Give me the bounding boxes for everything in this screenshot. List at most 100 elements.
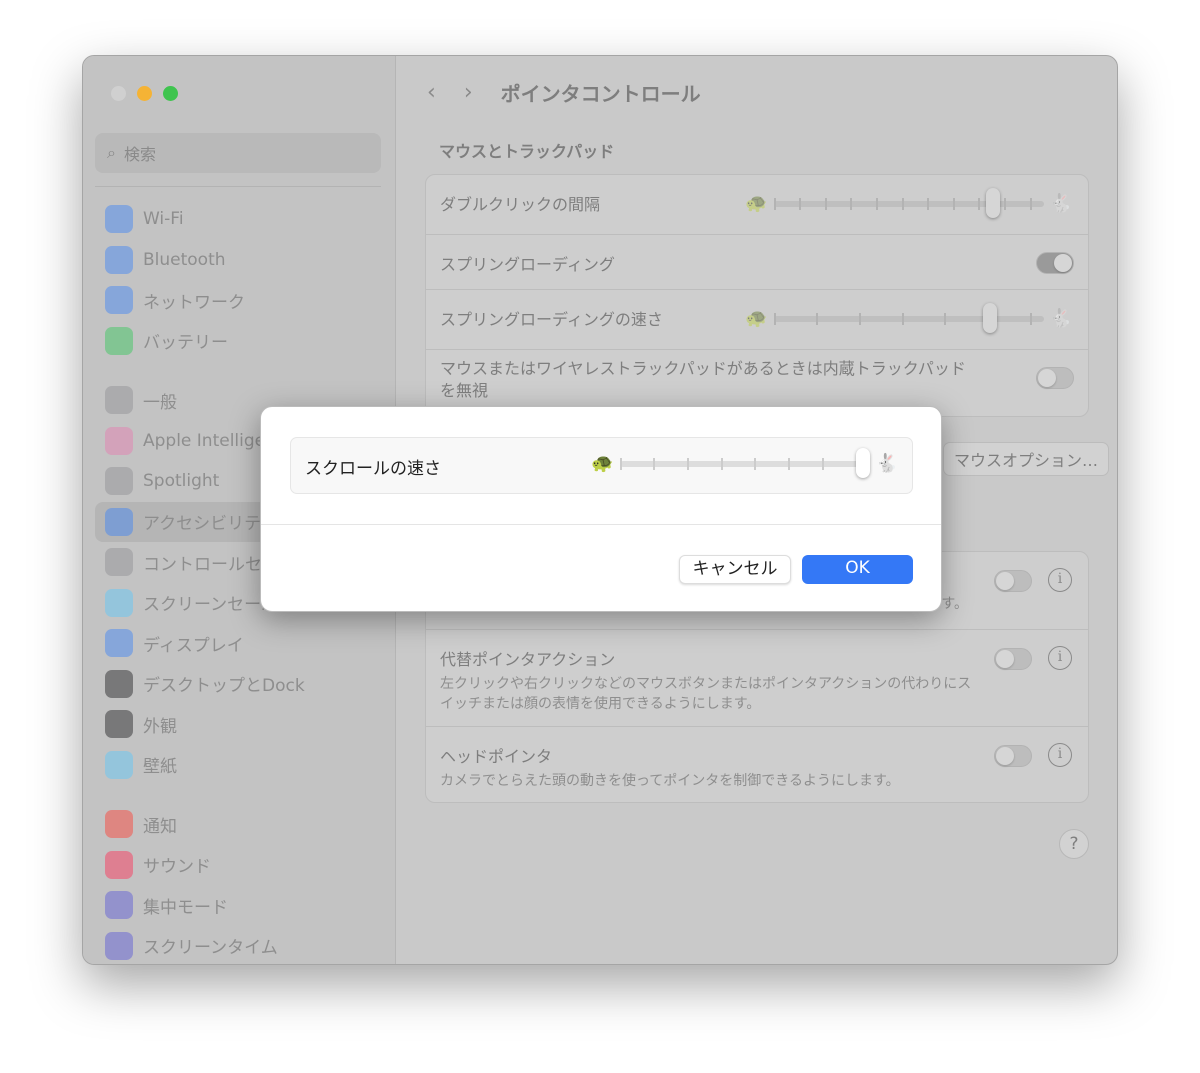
slider-tick [952, 197, 955, 210]
page-title: ポインタコントロール [500, 82, 701, 106]
slider-tick [1029, 197, 1032, 210]
bluetooth-icon [105, 245, 133, 274]
slider-track[interactable] [773, 187, 1044, 218]
spring-speed-slider[interactable]: 🐢 🐇 [745, 302, 1072, 333]
bell-icon [105, 810, 133, 839]
search-input[interactable]: ⌕ 検索 [95, 133, 381, 173]
back-button[interactable]: ‹ [427, 80, 436, 105]
slider-thumb[interactable] [986, 187, 1001, 218]
mouse-options-button[interactable]: マウスオプション… [942, 442, 1109, 476]
slider-tick [619, 457, 622, 470]
accessibility-icon [105, 507, 133, 536]
spring-speed-label: スプリングローディングの速さ [440, 310, 663, 329]
wifi-icon [105, 205, 133, 234]
search-placeholder: 検索 [123, 145, 156, 164]
moon-icon [105, 891, 133, 920]
sidebar-item[interactable]: 壁紙 [95, 745, 385, 786]
scroll-speed-dialog: スクロールの速さ 🐢 🐇 キャンセル OK [260, 406, 942, 612]
double-click-row: ダブルクリックの間隔 🐢 🐇 [426, 175, 1088, 235]
slider-tick [687, 457, 689, 470]
head-pointer-desc: カメラでとらえた頭の動きを使ってポインタを制御できるようにします。 [440, 773, 900, 789]
sidebar-item[interactable]: Wi-Fi [95, 199, 385, 240]
scroll-speed-label: スクロールの速さ [305, 459, 441, 479]
wallpaper-icon [105, 750, 133, 779]
slider-tick [788, 457, 791, 470]
sidebar-item[interactable]: バッテリー [95, 321, 385, 362]
slider-tick [1003, 197, 1006, 210]
sidebar-item[interactable]: サウンド [95, 845, 385, 886]
sidebar-item[interactable]: 外観 [95, 704, 385, 745]
slider-tick [824, 197, 827, 210]
sidebar-item[interactable]: 通知 [95, 804, 385, 845]
forward-button[interactable]: › [464, 80, 473, 105]
minimize-button[interactable] [137, 86, 152, 101]
toggle[interactable] [994, 570, 1032, 592]
slider-tick [754, 457, 757, 470]
head-pointer-toggle[interactable] [994, 745, 1032, 767]
help-button[interactable]: ? [1059, 829, 1089, 859]
head-pointer-label: ヘッドポインタ [440, 747, 553, 766]
alt-pointer-toggle[interactable] [994, 648, 1032, 670]
alt-pointer-row: 代替ポインタアクション 左クリックや右クリックなどのマウスボタンまたはポインタア… [426, 630, 1088, 727]
zoom-button[interactable] [163, 86, 178, 101]
mouse-trackpad-card: ダブルクリックの間隔 🐢 🐇 スプリングローディング スプリングローディングの速… [425, 174, 1089, 417]
info-icon[interactable]: i [1048, 568, 1072, 592]
sidebar-item[interactable]: スクリーンタイム [95, 926, 385, 965]
sidebar-item-label: スクリーンタイム [143, 938, 278, 959]
turtle-icon: 🐢 [745, 308, 768, 329]
spring-loading-row: スプリングローディング [426, 235, 1088, 290]
slider-tick [927, 197, 930, 210]
slider-thumb[interactable] [983, 302, 998, 333]
dock-icon [105, 669, 133, 698]
sidebar-item-label: ディスプレイ [143, 635, 244, 656]
divider [261, 524, 941, 525]
sidebar-item-label: ネットワーク [143, 292, 245, 313]
scroll-speed-row: スクロールの速さ 🐢 🐇 [290, 437, 913, 494]
search-icon: ⌕ [107, 143, 116, 162]
close-button[interactable] [111, 86, 126, 101]
cancel-button[interactable]: キャンセル [679, 555, 791, 584]
scroll-speed-slider[interactable]: 🐢 🐇 [591, 447, 898, 478]
sidebar-item[interactable]: ディスプレイ [95, 623, 385, 664]
sidebar-item[interactable]: ネットワーク [95, 280, 385, 321]
slider-tick [773, 197, 776, 210]
spring-speed-row: スプリングローディングの速さ 🐢 🐇 [426, 290, 1088, 350]
screensaver-icon [105, 588, 133, 617]
slider-tick [901, 197, 904, 210]
sidebar-item-label: アクセシビリティ [143, 514, 278, 535]
appearance-icon [105, 710, 133, 739]
section-title: マウスとトラックパッド [439, 142, 615, 161]
sidebar-item-label: デスクトップとDock [143, 676, 305, 697]
sidebar-item[interactable]: 集中モード [95, 885, 385, 926]
traffic-lights [111, 86, 178, 101]
alt-pointer-desc: 左クリックや右クリックなどのマウスボタンまたはポインタアクションの代わりにスイッ… [440, 676, 972, 712]
rabbit-icon: 🐇 [1049, 308, 1072, 329]
slider-tick [720, 457, 723, 470]
ignore-trackpad-toggle[interactable] [1036, 367, 1074, 389]
rabbit-icon: 🐇 [1049, 193, 1072, 214]
sidebar-item-label: 外観 [143, 716, 177, 737]
spring-loading-toggle[interactable] [1036, 252, 1074, 274]
spring-loading-label: スプリングローディング [440, 255, 615, 274]
hourglass-icon [105, 931, 133, 960]
slider-track[interactable] [773, 302, 1044, 333]
sidebar-item-label: Bluetooth [143, 249, 226, 270]
info-icon[interactable]: i [1048, 646, 1072, 670]
sidebar-item-label: 壁紙 [143, 757, 177, 778]
sidebar-item-label: Wi-Fi [143, 209, 184, 230]
slider-track[interactable] [619, 447, 870, 478]
double-click-slider[interactable]: 🐢 🐇 [745, 187, 1072, 218]
battery-icon [105, 326, 133, 355]
info-icon[interactable]: i [1048, 743, 1072, 767]
slider-thumb[interactable] [855, 447, 870, 478]
ok-button[interactable]: OK [802, 555, 913, 584]
sidebar-item[interactable]: デスクトップとDock [95, 664, 385, 705]
double-click-label: ダブルクリックの間隔 [440, 195, 601, 214]
sidebar-item-label: 一般 [143, 392, 177, 413]
spotlight-icon [105, 467, 133, 496]
turtle-icon: 🐢 [591, 453, 614, 474]
display-icon [105, 629, 133, 658]
slider-tick [850, 197, 853, 210]
sidebar-item[interactable]: Bluetooth [95, 240, 385, 281]
